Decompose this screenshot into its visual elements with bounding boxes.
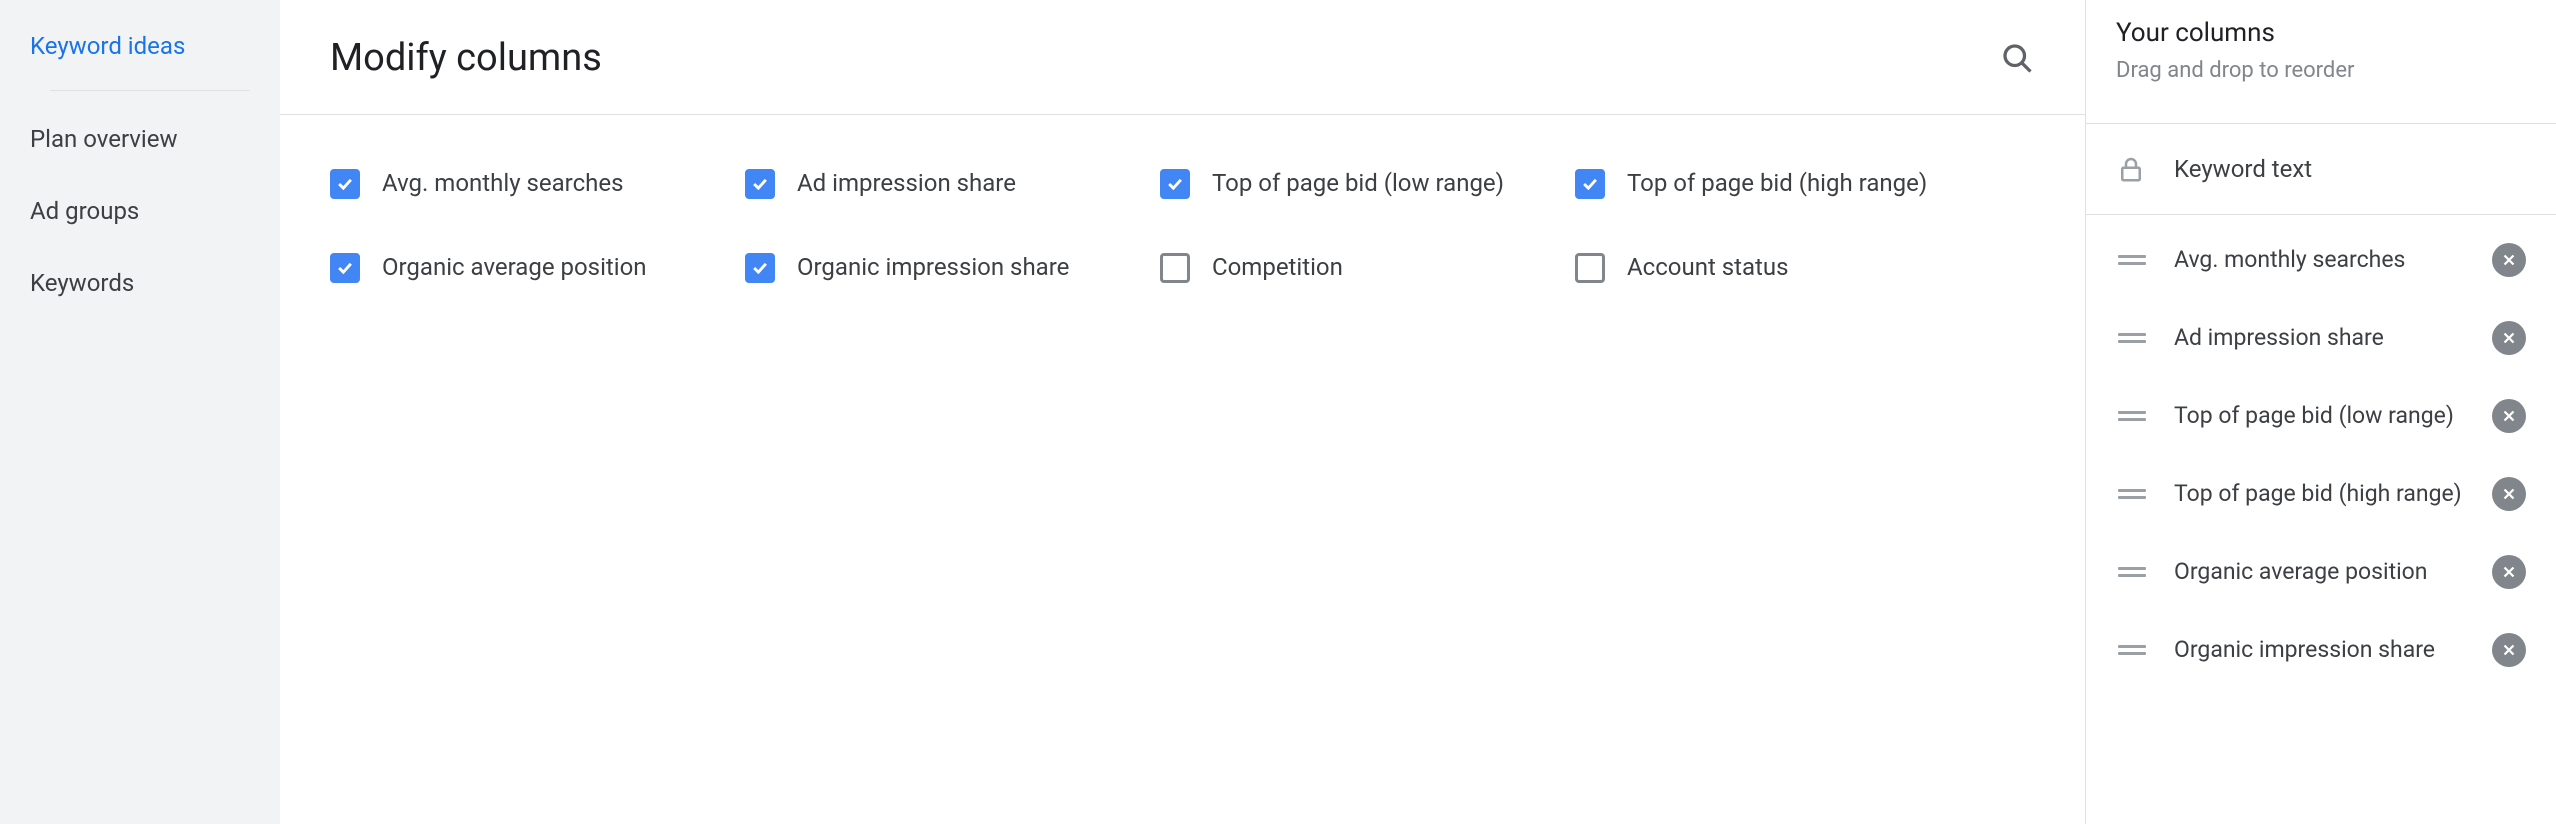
option-organic-impression-share[interactable]: Organic impression share (745, 251, 1160, 285)
option-label: Avg. monthly searches (382, 167, 623, 201)
sidebar-item-keyword-ideas[interactable]: Keyword ideas (0, 10, 280, 82)
your-columns-subtitle: Drag and drop to reorder (2116, 58, 2526, 83)
remove-column-button[interactable] (2492, 321, 2526, 355)
option-competition[interactable]: Competition (1160, 251, 1575, 285)
option-label: Account status (1627, 251, 1789, 285)
drag-handle-icon[interactable] (2116, 411, 2148, 421)
page-title: Modify columns (330, 36, 602, 80)
drag-handle-icon[interactable] (2116, 645, 2148, 655)
option-top-of-page-bid-high[interactable]: Top of page bid (high range) (1575, 167, 1990, 201)
checkbox-icon (330, 169, 360, 199)
checkbox-icon (1160, 253, 1190, 283)
checkbox-icon (1160, 169, 1190, 199)
your-columns-panel: Your columns Drag and drop to reorder Ke… (2086, 0, 2556, 824)
your-column-label: Avg. monthly searches (2174, 244, 2466, 276)
checkbox-icon (745, 169, 775, 199)
option-label: Ad impression share (797, 167, 1016, 201)
your-column-item[interactable]: Top of page bid (high range) (2086, 455, 2556, 533)
your-column-item[interactable]: Organic impression share (2086, 611, 2556, 689)
sidebar-separator (50, 90, 250, 91)
sidebar-item-ad-groups[interactable]: Ad groups (0, 175, 280, 247)
search-icon[interactable] (1999, 40, 2035, 76)
sidebar-item-label: Ad groups (30, 197, 139, 225)
remove-column-button[interactable] (2492, 633, 2526, 667)
remove-column-button[interactable] (2492, 477, 2526, 511)
your-columns-header: Your columns Drag and drop to reorder (2086, 0, 2556, 107)
remove-column-button[interactable] (2492, 243, 2526, 277)
locked-column-label: Keyword text (2174, 155, 2312, 183)
option-label: Competition (1212, 251, 1343, 285)
sidebar: Keyword ideas Plan overview Ad groups Ke… (0, 0, 280, 824)
lock-icon (2116, 154, 2146, 184)
your-column-item[interactable]: Ad impression share (2086, 299, 2556, 377)
your-columns-list: Avg. monthly searches Ad impression shar… (2086, 221, 2556, 824)
your-column-item[interactable]: Organic average position (2086, 533, 2556, 611)
option-label: Organic average position (382, 251, 647, 285)
option-account-status[interactable]: Account status (1575, 251, 1990, 285)
your-column-label: Organic average position (2174, 556, 2466, 588)
sidebar-item-label: Keywords (30, 269, 134, 297)
your-column-label: Top of page bid (low range) (2174, 400, 2466, 432)
your-column-item[interactable]: Avg. monthly searches (2086, 221, 2556, 299)
remove-column-button[interactable] (2492, 399, 2526, 433)
option-top-of-page-bid-low[interactable]: Top of page bid (low range) (1160, 167, 1575, 201)
your-column-label: Ad impression share (2174, 322, 2466, 354)
checkbox-icon (1575, 169, 1605, 199)
sidebar-item-label: Plan overview (30, 125, 178, 153)
option-organic-avg-position[interactable]: Organic average position (330, 251, 745, 285)
your-column-item[interactable]: Top of page bid (low range) (2086, 377, 2556, 455)
locked-column-row: Keyword text (2086, 123, 2556, 215)
option-avg-monthly-searches[interactable]: Avg. monthly searches (330, 167, 745, 201)
checkbox-icon (1575, 253, 1605, 283)
option-label: Top of page bid (high range) (1627, 167, 1927, 201)
checkbox-icon (745, 253, 775, 283)
drag-handle-icon[interactable] (2116, 567, 2148, 577)
your-columns-title: Your columns (2116, 18, 2526, 48)
option-label: Top of page bid (low range) (1212, 167, 1504, 201)
checkbox-icon (330, 253, 360, 283)
remove-column-button[interactable] (2492, 555, 2526, 589)
option-ad-impression-share[interactable]: Ad impression share (745, 167, 1160, 201)
main-header: Modify columns (280, 0, 2085, 115)
your-column-label: Organic impression share (2174, 634, 2466, 666)
sidebar-item-plan-overview[interactable]: Plan overview (0, 103, 280, 175)
option-label: Organic impression share (797, 251, 1069, 285)
drag-handle-icon[interactable] (2116, 333, 2148, 343)
sidebar-item-label: Keyword ideas (30, 32, 185, 60)
sidebar-item-keywords[interactable]: Keywords (0, 247, 280, 319)
drag-handle-icon[interactable] (2116, 255, 2148, 265)
your-column-label: Top of page bid (high range) (2174, 478, 2466, 510)
drag-handle-icon[interactable] (2116, 489, 2148, 499)
main-panel: Modify columns Avg. monthly searches (280, 0, 2086, 824)
column-options-grid: Avg. monthly searches Ad impression shar… (280, 115, 2040, 336)
